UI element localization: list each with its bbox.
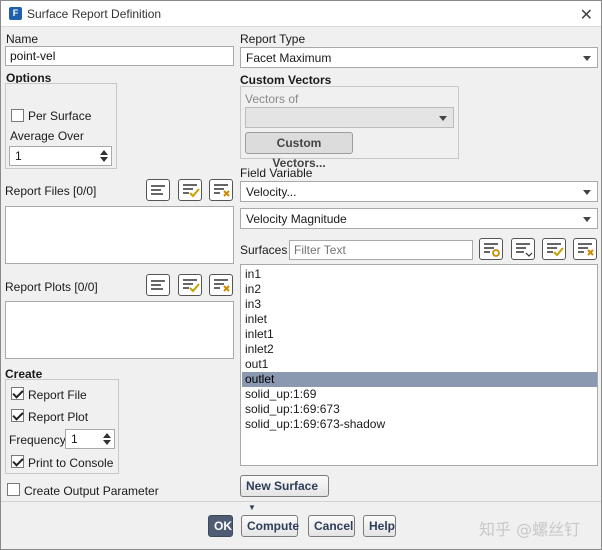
ok-button[interactable]: OK [208, 515, 233, 537]
frequency-value: 1 [71, 432, 78, 446]
list-clear-icon [214, 279, 230, 292]
list-filter-icon [484, 243, 500, 257]
help-button[interactable]: Help [363, 515, 396, 537]
frequency-stepper[interactable]: 1 [65, 429, 115, 449]
chevron-down-icon: ▼ [248, 503, 256, 512]
field-variable-category-value: Velocity... [246, 185, 297, 199]
report-files-label: Report Files [0/0] [5, 184, 97, 198]
print-to-console-label: Print to Console [28, 456, 114, 470]
print-to-console-checkbox[interactable] [11, 455, 24, 468]
field-variable-label: Field Variable [240, 166, 313, 180]
list-check-icon [183, 279, 200, 293]
report-plot-checkbox[interactable] [11, 409, 24, 422]
name-input[interactable] [5, 46, 234, 66]
select-all-files-button[interactable] [146, 179, 170, 201]
footer-divider [1, 501, 601, 502]
report-plots-label: Report Plots [0/0] [5, 280, 98, 294]
new-surface-label: New Surface [246, 479, 319, 493]
field-variable-quantity-value: Velocity Magnitude [246, 212, 347, 226]
clear-plots-button[interactable] [209, 274, 233, 296]
custom-vectors-label: Custom Vectors [240, 73, 332, 87]
custom-vectors-button[interactable]: Custom Vectors... [245, 132, 353, 170]
average-over-value: 1 [15, 149, 22, 163]
list-item[interactable]: in1 [242, 267, 597, 282]
list-item[interactable]: solid_up:1:69 [242, 387, 597, 402]
create-output-parameter-checkbox[interactable] [7, 483, 20, 496]
frequency-label: Frequency [9, 433, 66, 447]
vectors-of-dropdown[interactable] [245, 107, 454, 128]
create-output-parameter-label: Create Output Parameter [24, 484, 159, 498]
report-plots-list[interactable] [5, 301, 234, 359]
compute-button[interactable]: Compute [241, 515, 299, 537]
vectors-of-label: Vectors of [245, 92, 299, 106]
list-clear-icon [214, 184, 230, 197]
list-item[interactable]: inlet1 [242, 327, 597, 342]
surface-report-definition-dialog: F Surface Report Definition ✕ Name Optio… [0, 0, 602, 550]
window-title: Surface Report Definition [27, 7, 162, 21]
list-item[interactable]: solid_up:1:69:673-shadow [242, 417, 597, 432]
select-all-plots-button[interactable] [146, 274, 170, 296]
report-files-list[interactable] [5, 206, 234, 264]
chevron-down-icon [583, 217, 591, 222]
watermark: 知乎 @螺丝钉 [479, 520, 581, 539]
new-surface-button[interactable]: New Surface ▼ [240, 475, 329, 512]
average-over-label: Average Over [10, 129, 84, 143]
chevron-down-icon [583, 190, 591, 195]
title-bar: F Surface Report Definition ✕ [1, 1, 601, 27]
report-type-label: Report Type [240, 32, 306, 46]
list-icon [151, 280, 165, 290]
surfaces-filter-input[interactable] [289, 240, 473, 260]
list-check-icon [183, 184, 200, 198]
check-plots-button[interactable] [178, 274, 202, 296]
list-check-icon [547, 243, 564, 257]
per-surface-label: Per Surface [28, 109, 92, 123]
list-item[interactable]: in2 [242, 282, 597, 297]
chevron-down-icon [439, 116, 447, 121]
list-item[interactable]: inlet2 [242, 342, 597, 357]
report-file-checkbox[interactable] [11, 387, 24, 400]
list-item[interactable]: out1 [242, 357, 597, 372]
list-dropdown-icon [516, 243, 533, 257]
list-item[interactable]: inlet [242, 312, 597, 327]
increment-icon[interactable] [100, 150, 108, 155]
report-plot-label: Report Plot [28, 410, 89, 424]
list-item[interactable]: solid_up:1:69:673 [242, 402, 597, 417]
field-variable-category-dropdown[interactable]: Velocity... [240, 181, 598, 202]
clear-files-button[interactable] [209, 179, 233, 201]
name-label: Name [6, 32, 39, 46]
decrement-icon[interactable] [103, 440, 111, 445]
per-surface-checkbox[interactable] [11, 109, 24, 122]
fluent-app-icon: F [9, 7, 22, 20]
surfaces-list[interactable]: in1 in2 in3 inlet inlet1 inlet2 out1 out… [240, 264, 598, 466]
clear-surfaces-button[interactable] [573, 238, 597, 260]
select-all-surfaces-button[interactable] [511, 238, 535, 260]
cancel-button[interactable]: Cancel [308, 515, 355, 537]
report-file-label: Report File [28, 388, 87, 402]
close-icon[interactable]: ✕ [580, 5, 593, 25]
chevron-down-icon [583, 56, 591, 61]
list-icon [151, 185, 165, 195]
surfaces-label: Surfaces [240, 243, 288, 257]
check-files-button[interactable] [178, 179, 202, 201]
list-item-selected[interactable]: outlet [242, 372, 597, 387]
increment-icon[interactable] [103, 433, 111, 438]
average-over-stepper[interactable]: 1 [9, 146, 112, 166]
surface-filter-button[interactable] [479, 238, 503, 260]
check-surfaces-button[interactable] [542, 238, 566, 260]
report-type-dropdown[interactable]: Facet Maximum [240, 47, 598, 68]
field-variable-quantity-dropdown[interactable]: Velocity Magnitude [240, 208, 598, 229]
decrement-icon[interactable] [100, 157, 108, 162]
list-item[interactable]: in3 [242, 297, 597, 312]
list-clear-icon [578, 243, 594, 256]
report-type-value: Facet Maximum [246, 51, 332, 65]
